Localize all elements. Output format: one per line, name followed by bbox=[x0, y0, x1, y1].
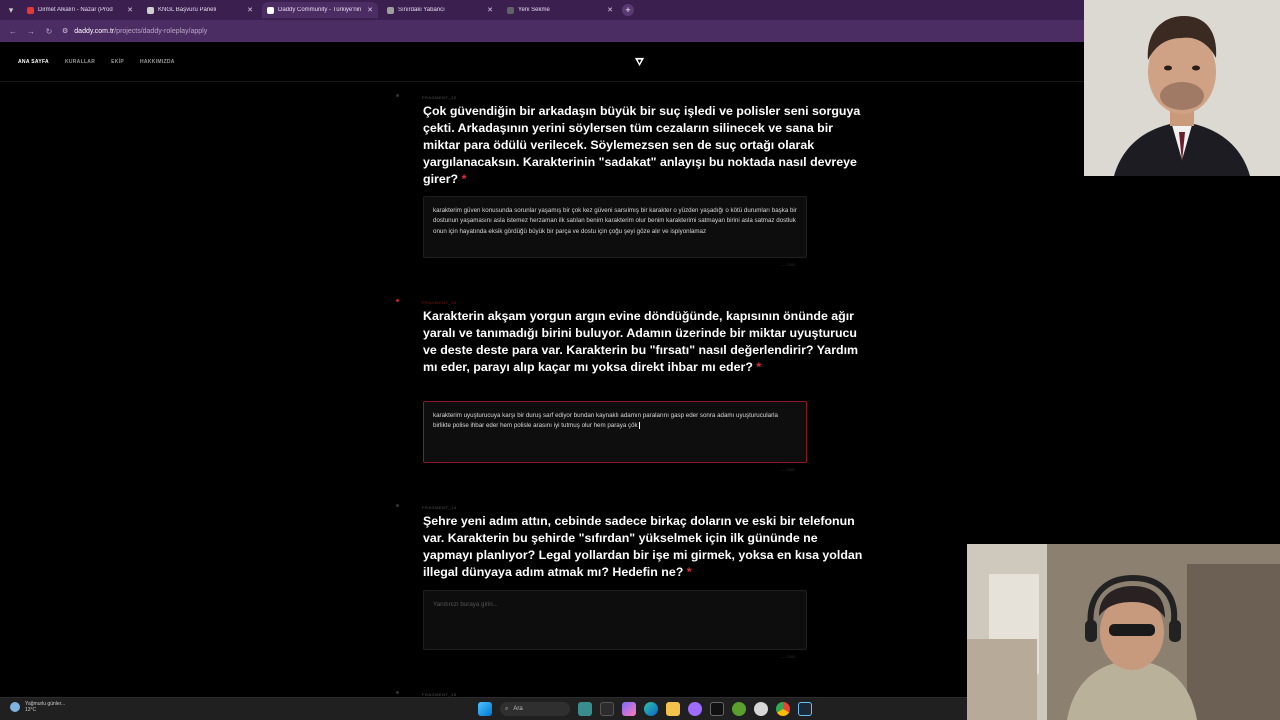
weather-text: Yağmurlu günler... 13°C bbox=[25, 701, 65, 713]
new-tab-button[interactable]: + bbox=[622, 4, 634, 16]
screen: { "browser": { "tabs": [ {"label": "Dirm… bbox=[0, 0, 1280, 720]
reload-icon[interactable]: ↻ bbox=[44, 27, 54, 36]
question-title: Karakterin akşam yorgun argın evine dönd… bbox=[423, 308, 863, 376]
question-text: Çok güvendiğin bir arkadaşın büyük bir s… bbox=[423, 104, 861, 186]
tab-label: Yeni Sekme bbox=[518, 7, 550, 13]
browser-tab[interactable]: Yeni Sekme ✕ bbox=[502, 2, 618, 18]
answer-placeholder: Yanıtınızı buraya girin... bbox=[433, 601, 498, 608]
site-info-icon[interactable]: ⚙ bbox=[62, 27, 68, 35]
tab-menu-icon[interactable]: ▾ bbox=[4, 3, 18, 17]
text-cursor bbox=[638, 422, 640, 430]
webcam-overlay-streamer bbox=[967, 544, 1280, 720]
required-marker: * bbox=[686, 565, 692, 579]
edge-icon[interactable] bbox=[644, 702, 658, 716]
browser-tab[interactable]: KNGL Başvuru Paneli ✕ bbox=[142, 2, 258, 18]
fragment-marker bbox=[396, 94, 399, 97]
fragment-label: FRAGMENT_13 bbox=[422, 300, 457, 305]
nav-link-team[interactable]: EKİP bbox=[111, 59, 124, 65]
steam-icon[interactable] bbox=[798, 702, 812, 716]
nav-link-home[interactable]: ANA SAYFA bbox=[18, 59, 49, 65]
close-icon[interactable]: ✕ bbox=[487, 6, 493, 14]
folder-icon[interactable] bbox=[666, 702, 680, 716]
new-tab-page-icon bbox=[507, 6, 514, 14]
widgets-icon[interactable] bbox=[578, 702, 592, 716]
taskbar-search[interactable]: ⌕ Ara bbox=[500, 702, 570, 716]
tab-label: Dirmet Alkalın - Nazar (Prod bbox=[38, 7, 113, 13]
char-counter: — / 2000 bbox=[781, 468, 796, 472]
close-icon[interactable]: ✕ bbox=[127, 6, 133, 14]
char-counter: — / 2000 bbox=[781, 655, 796, 659]
browser-tab[interactable]: Sınırdaki Yabancı ✕ bbox=[382, 2, 498, 18]
fragment-marker bbox=[396, 299, 399, 302]
close-icon[interactable]: ✕ bbox=[607, 6, 613, 14]
answer-textarea[interactable]: karakterim uyuşturucuya karşı bir duruş … bbox=[423, 401, 807, 463]
weather-temp: 13°C bbox=[25, 707, 37, 713]
question-title: Çok güvendiğin bir arkadaşın büyük bir s… bbox=[423, 103, 863, 188]
weather-widget[interactable]: Yağmurlu günler... 13°C bbox=[10, 701, 65, 713]
back-icon[interactable]: ← bbox=[8, 27, 18, 36]
required-marker: * bbox=[756, 360, 762, 374]
tab-label: Daddy Community - Türkiye'nin bbox=[278, 7, 362, 13]
url-field[interactable]: ⚙ daddy.com.tr/projects/daddy-roleplay/a… bbox=[62, 23, 1084, 39]
xbox-icon[interactable] bbox=[732, 702, 746, 716]
question-text: Karakterin akşam yorgun argın evine dönd… bbox=[423, 309, 859, 374]
terminal-icon[interactable] bbox=[710, 702, 724, 716]
forward-icon[interactable]: → bbox=[26, 27, 36, 36]
taskbar-apps: ⌕ Ara bbox=[478, 702, 812, 716]
nav-link-rules[interactable]: KURALLAR bbox=[65, 59, 95, 65]
search-icon: ⌕ bbox=[505, 705, 509, 712]
required-marker: * bbox=[461, 172, 467, 186]
browser-tab[interactable]: Dirmet Alkalın - Nazar (Prod ✕ bbox=[22, 2, 138, 18]
page-icon bbox=[147, 6, 154, 14]
site-nav: ANA SAYFA KURALLAR EKİP HAKKIMIZDA bbox=[18, 59, 175, 65]
fragment-label: FRAGMENT_14 bbox=[422, 505, 457, 510]
messenger-icon[interactable] bbox=[688, 702, 702, 716]
os-taskbar: Yağmurlu günler... 13°C ⌕ Ara bbox=[0, 697, 967, 720]
tab-label: KNGL Başvuru Paneli bbox=[158, 7, 217, 13]
answer-text: karakterim uyuşturucuya karşı bir duruş … bbox=[433, 412, 778, 430]
weather-icon bbox=[10, 702, 20, 712]
daddy-favicon-icon bbox=[267, 6, 274, 14]
page-icon bbox=[387, 6, 394, 14]
webcam-overlay-guest bbox=[1084, 0, 1280, 176]
answer-textarea[interactable]: karakterim güven konusunda sorunlar yaşa… bbox=[423, 196, 807, 258]
copilot-icon[interactable] bbox=[622, 702, 636, 716]
fragment-marker bbox=[396, 691, 399, 694]
windows-start-icon[interactable] bbox=[478, 702, 492, 716]
question-text: Şehre yeni adım attın, cebinde sadece bi… bbox=[423, 514, 863, 579]
answer-text: karakterim güven konusunda sorunlar yaşa… bbox=[433, 207, 797, 235]
chrome-icon[interactable] bbox=[776, 702, 790, 716]
browser-tab-bar: ▾ Dirmet Alkalın - Nazar (Prod ✕ KNGL Ba… bbox=[0, 0, 1084, 20]
close-icon[interactable]: ✕ bbox=[367, 6, 373, 14]
site-header: ANA SAYFA KURALLAR EKİP HAKKIMIZDA bbox=[0, 42, 1084, 82]
char-counter: — / 2000 bbox=[781, 263, 796, 267]
nav-link-about[interactable]: HAKKIMIZDA bbox=[140, 59, 175, 65]
url-path: /projects/daddy-roleplay/apply bbox=[114, 27, 208, 35]
question-title: Şehre yeni adım attın, cebinde sadece bi… bbox=[423, 513, 863, 581]
answer-textarea[interactable]: Yanıtınızı buraya girin... bbox=[423, 590, 807, 650]
address-bar: ← → ↻ ⚙ daddy.com.tr/projects/daddy-role… bbox=[0, 20, 1084, 42]
fragment-label: FRAGMENT_12 bbox=[422, 95, 457, 100]
search-label: Ara bbox=[513, 706, 523, 712]
fragment-marker bbox=[396, 504, 399, 507]
file-explorer-icon[interactable] bbox=[600, 702, 614, 716]
close-icon[interactable]: ✕ bbox=[247, 6, 253, 14]
app-icon[interactable] bbox=[754, 702, 768, 716]
browser-tab-active[interactable]: Daddy Community - Türkiye'nin ✕ bbox=[262, 2, 378, 18]
youtube-icon bbox=[27, 6, 34, 14]
tab-label: Sınırdaki Yabancı bbox=[398, 7, 445, 13]
url-domain: daddy.com.tr bbox=[74, 27, 115, 35]
daddy-logo-icon[interactable] bbox=[634, 56, 645, 70]
